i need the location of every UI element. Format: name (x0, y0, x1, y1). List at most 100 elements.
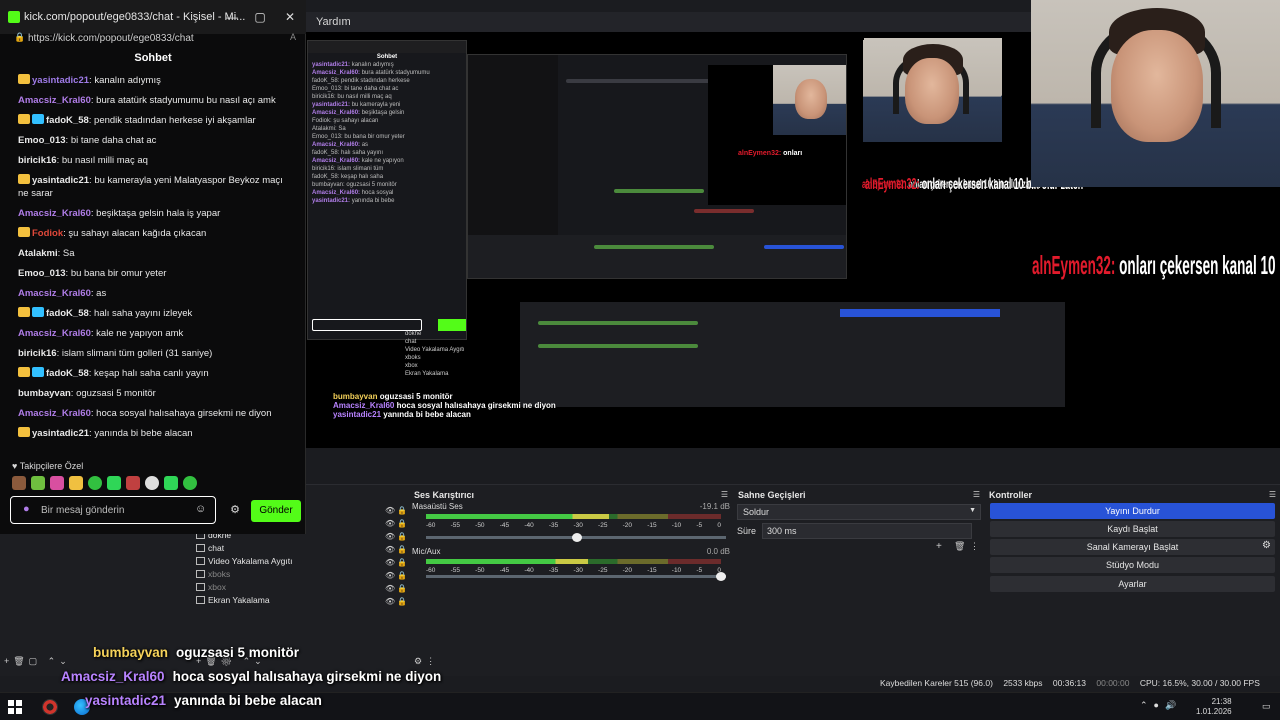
emote-icon[interactable] (145, 476, 159, 490)
subtitle-text: yanında bi bebe alacan (174, 693, 322, 708)
chat-username[interactable]: Amacsiz_Kral60 (18, 328, 91, 339)
chat-message: fadoK_58: keşap halı saha canlı yayın (0, 363, 306, 383)
chat-username[interactable]: Emoo_013 (18, 268, 66, 279)
studio-mode-button[interactable]: Stüdyo Modu (990, 557, 1275, 573)
emote-bar (12, 476, 222, 492)
chat-username[interactable]: yasintadic21 (32, 175, 89, 186)
meter-ticks: -60 -55 -50 -45 -40 -35 -30 -25 -20 -15 -10 -5 0 (426, 567, 721, 574)
eye-icon[interactable]: 👁 🔒 (385, 571, 407, 580)
emote-icon[interactable] (69, 476, 83, 490)
chat-username[interactable]: bumbayvan (18, 388, 71, 399)
meter-tick: -25 (598, 567, 608, 574)
meter-fill (426, 514, 609, 519)
chat-username[interactable]: Amacsiz_Kral60 (18, 408, 91, 419)
dock-menu-icon[interactable]: ☰ (1269, 490, 1276, 499)
emote-icon[interactable] (183, 476, 197, 490)
chat-header: Sohbet (134, 52, 172, 64)
clock-time: 21:38 (1211, 697, 1232, 706)
dock-menu-icon[interactable]: ☰ (973, 490, 980, 499)
chat-username[interactable]: Emoo_013 (18, 135, 66, 146)
badge-icon (18, 426, 30, 437)
maximize-icon[interactable]: ▢ (250, 8, 270, 26)
chat-username[interactable]: fadoK_58 (46, 368, 89, 379)
trash-icon[interactable]: 🗑 (954, 541, 965, 552)
eye-icon[interactable]: 👁 🔒 (385, 519, 407, 528)
transition-select[interactable]: Soldur ▼ (737, 504, 981, 520)
chat-username[interactable]: Amacsiz_Kral60 (18, 288, 91, 299)
emote-icon[interactable] (12, 476, 26, 490)
dock-menu-icon[interactable]: ☰ (721, 490, 728, 499)
chat-username[interactable]: fadoK_58 (46, 308, 89, 319)
eye-icon[interactable]: 👁 🔒 (385, 545, 407, 554)
duration-input[interactable]: 300 ms (762, 523, 972, 539)
kick-logo-icon (8, 11, 20, 23)
eye-icon[interactable]: 👁 🔒 (385, 597, 407, 606)
chat-username[interactable]: biricik16 (18, 348, 57, 359)
preview-nested-chat: Sohbet yasintadic21: kanalın adıymış Ama… (307, 40, 467, 340)
source-xboks[interactable]: xboks (196, 569, 230, 579)
more-icon[interactable]: ⋮ (970, 541, 979, 552)
chat-username[interactable]: yasintadic21 (32, 75, 89, 86)
mixer-channel-name: Masaüstü Ses (412, 502, 463, 511)
minimize-icon[interactable]: — (222, 8, 242, 26)
chat-message-list[interactable]: yasintadic21: kanalın adıymış Amacsiz_Kra… (0, 70, 306, 456)
eye-icon[interactable]: 👁 🔒 (385, 584, 407, 593)
chat-message: Amacsiz_Kral60: kale ne yapıyon amk (0, 323, 306, 343)
add-icon[interactable]: + (936, 541, 942, 552)
message-input[interactable] (41, 503, 191, 517)
desktop: Yardım Sohbet yasintadic21: kanalın adıy… (0, 0, 1280, 720)
lock-icon: 🔒 (14, 32, 26, 42)
windows-start-icon[interactable] (8, 700, 22, 714)
badge-icon (18, 73, 30, 84)
slider-knob[interactable] (572, 533, 582, 542)
emoji-icon[interactable]: ☺ (195, 503, 206, 515)
stop-stream-button[interactable]: Yayını Durdur (990, 503, 1275, 519)
chat-message: Emoo_013: bu bana bir omur yeter (0, 263, 306, 283)
start-recording-button[interactable]: Kaydı Başlat (990, 521, 1275, 537)
settings-button[interactable]: Ayarlar (990, 576, 1275, 592)
mixer-toolbar[interactable]: ⚙⋮ (414, 656, 439, 667)
chat-username[interactable]: biricik16 (18, 155, 57, 166)
emote-icon[interactable] (126, 476, 140, 490)
menu-help[interactable]: Yardım (316, 16, 351, 28)
start-virtual-camera-button[interactable]: Sanal Kamerayı Başlat (990, 539, 1275, 555)
bitrate: 2533 kbps (1003, 678, 1043, 688)
source-xbox[interactable]: xbox (196, 582, 226, 592)
meter-tick: -15 (647, 567, 657, 574)
eye-icon[interactable]: 👁 🔒 (385, 532, 407, 541)
reader-icon[interactable]: A (290, 32, 296, 42)
obs-app-icon[interactable] (42, 699, 58, 715)
url-bar[interactable]: 🔒 https://kick.com/popout/ege0833/chat A (8, 30, 302, 48)
scene-toolbar[interactable]: +🗑▢ ⌃⌄ (4, 656, 71, 667)
mic-icon[interactable]: ● (23, 503, 30, 515)
emote-icon[interactable] (107, 476, 121, 490)
close-icon[interactable]: ✕ (280, 8, 300, 26)
chat-input-box[interactable]: ● ☺ (10, 496, 216, 524)
source-screen-capture[interactable]: Ekran Yakalama (196, 595, 270, 605)
taskbar-clock[interactable]: 21:38 1.01.2026 (1196, 697, 1232, 717)
gear-icon[interactable]: ⚙ (1262, 540, 1271, 551)
eye-icon[interactable]: 👁 🔒 (385, 558, 407, 567)
chat-username[interactable]: Atalakmi (18, 248, 58, 259)
subtitle-user: yasintadic21 (85, 693, 167, 708)
send-button[interactable]: Gönder (251, 500, 301, 522)
volume-slider[interactable] (426, 572, 726, 581)
emote-icon[interactable] (88, 476, 102, 490)
source-chat[interactable]: chat (196, 543, 224, 553)
emote-icon[interactable] (31, 476, 45, 490)
chevron-down-icon: ▼ (969, 507, 976, 514)
chat-username[interactable]: Amacsiz_Kral60 (18, 208, 91, 219)
emote-icon[interactable] (50, 476, 64, 490)
gear-icon[interactable]: ⚙ (228, 503, 242, 517)
chat-username[interactable]: fadoK_58 (46, 115, 89, 126)
notification-icon[interactable]: ▭ (1262, 701, 1271, 712)
emote-icon[interactable] (164, 476, 178, 490)
eye-icon[interactable]: 👁 🔒 (385, 506, 407, 515)
volume-slider[interactable] (426, 533, 726, 542)
slider-knob[interactable] (716, 572, 726, 581)
chat-username[interactable]: Amacsiz_Kral60 (18, 95, 91, 106)
source-video-capture[interactable]: Video Yakalama Aygıtı (196, 556, 292, 566)
chat-username[interactable]: Fodiok (32, 228, 63, 239)
tray-icons[interactable]: ⌃●🔊 (1140, 700, 1182, 711)
chat-username[interactable]: yasintadic21 (32, 428, 89, 439)
